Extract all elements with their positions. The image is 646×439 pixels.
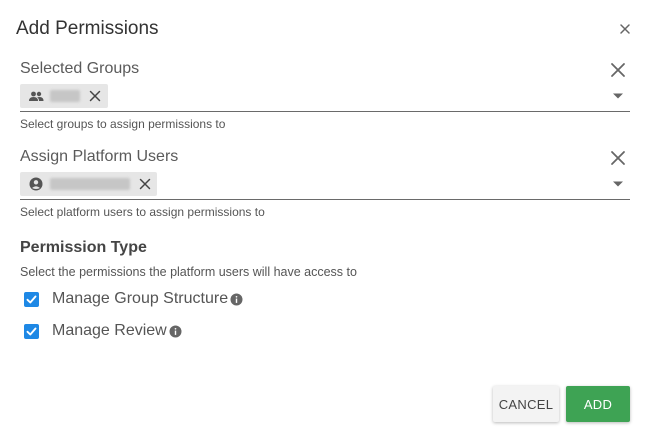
user-circle-icon: [28, 176, 44, 192]
add-button[interactable]: ADD: [566, 386, 630, 422]
group-chip[interactable]: [20, 84, 108, 108]
add-permissions-dialog: Add Permissions Selected Groups Select g…: [0, 0, 646, 439]
platform-users-label: Assign Platform Users: [20, 148, 179, 165]
permission-type-subtitle: Select the permissions the platform user…: [20, 265, 357, 279]
cancel-button[interactable]: CANCEL: [493, 386, 559, 422]
remove-group-chip-icon[interactable]: [88, 89, 102, 103]
user-chip-name-redacted: [50, 178, 130, 190]
permission-type-title: Permission Type: [20, 239, 147, 256]
close-icon[interactable]: [616, 20, 634, 38]
clear-users-icon[interactable]: [609, 149, 627, 167]
checkmark-icon: [26, 327, 37, 335]
dialog-title: Add Permissions: [16, 18, 159, 39]
groups-dropdown-icon[interactable]: [612, 92, 624, 100]
groups-helper-text: Select groups to assign permissions to: [20, 117, 226, 131]
manage-review-label[interactable]: Manage Review: [52, 322, 167, 340]
manage-group-structure-label[interactable]: Manage Group Structure: [52, 290, 228, 308]
clear-groups-icon[interactable]: [609, 61, 627, 79]
checkmark-icon: [26, 295, 37, 303]
groups-underline: [20, 111, 630, 112]
group-chip-name-redacted: [50, 90, 80, 102]
permission-option-manage-review: Manage Review: [24, 322, 182, 340]
manage-group-structure-checkbox[interactable]: [24, 291, 39, 307]
users-helper-text: Select platform users to assign permissi…: [20, 205, 265, 219]
manage-review-checkbox[interactable]: [24, 323, 39, 339]
info-icon[interactable]: [230, 293, 243, 306]
selected-groups-label: Selected Groups: [20, 60, 140, 77]
info-icon[interactable]: [169, 325, 182, 338]
users-dropdown-icon[interactable]: [612, 180, 624, 188]
remove-user-chip-icon[interactable]: [138, 177, 152, 191]
group-icon: [28, 88, 44, 104]
permission-option-manage-group-structure: Manage Group Structure: [24, 290, 243, 308]
user-chip[interactable]: [20, 172, 157, 196]
users-underline: [20, 199, 630, 200]
